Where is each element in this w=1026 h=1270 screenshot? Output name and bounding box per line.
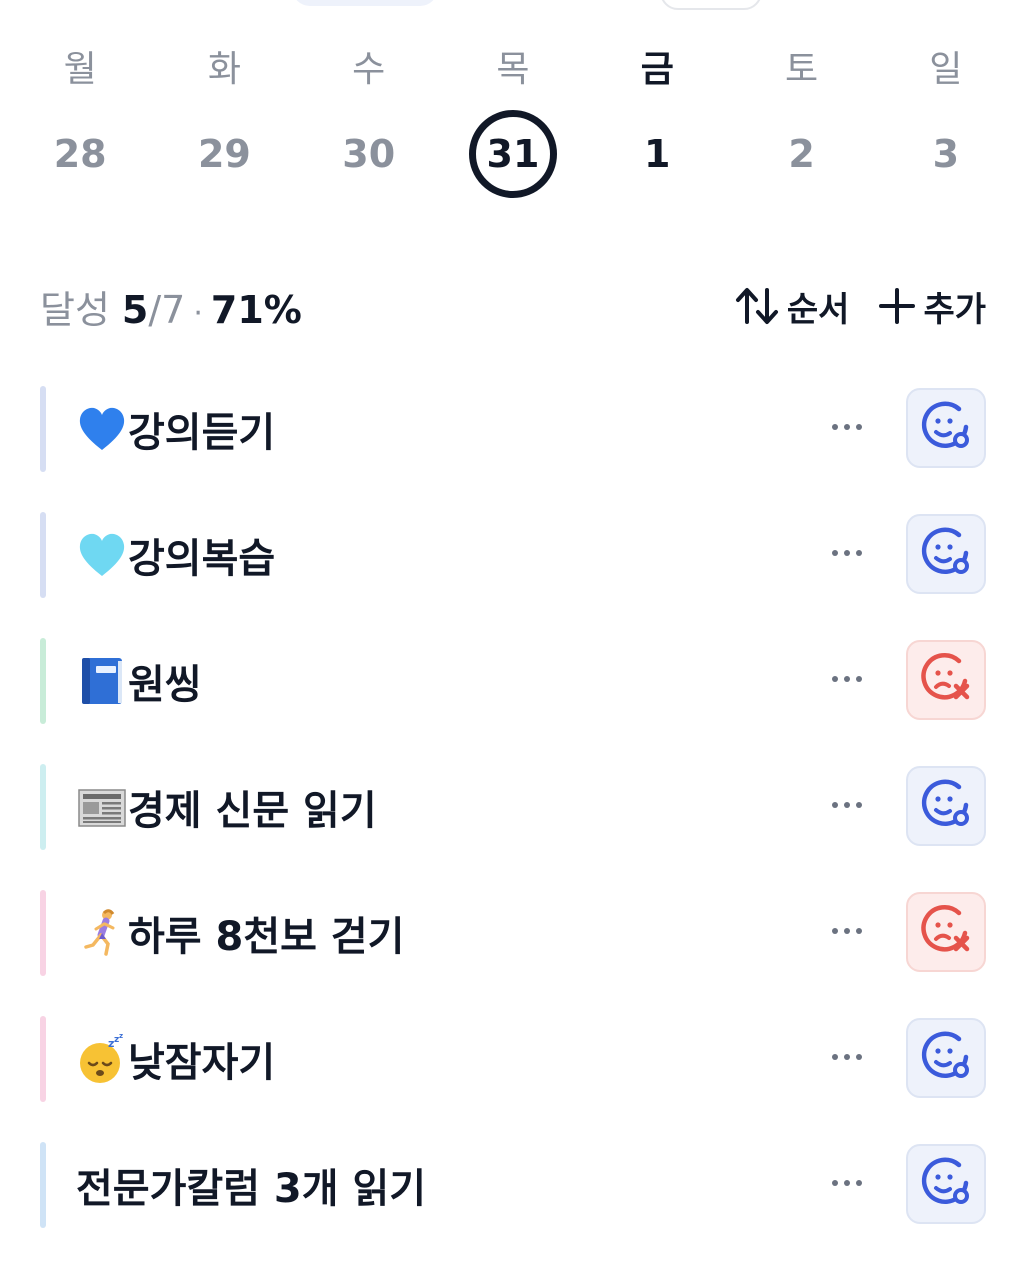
habit-title-text: 하루 8천보 걷기 bbox=[128, 914, 405, 960]
week-strip: 월 28 화 29 수 30 목 31 금 1 토 2 일 3 bbox=[8, 42, 1018, 198]
habit-title-text: 전문가칼럼 3개 읽기 bbox=[76, 1166, 427, 1212]
weekday-label: 화 bbox=[207, 49, 241, 90]
list-controls: 순서 추가 bbox=[735, 282, 986, 331]
status-done-button[interactable] bbox=[906, 1144, 986, 1224]
weekday-label: 목 bbox=[496, 49, 530, 90]
top-segment-control[interactable] bbox=[292, 0, 438, 6]
habit-title-text: 강의듣기 bbox=[128, 410, 276, 456]
running-woman-icon bbox=[76, 907, 128, 959]
habit-tracker-screen: 월 28 화 29 수 30 목 31 금 1 토 2 일 3 달성 5 /7 … bbox=[0, 0, 1026, 1270]
habit-item[interactable]: 강의복습 bbox=[40, 510, 986, 636]
habit-list: 강의듣기 강의복습 원씽 경제 신문 읽기 하루 8천보 걷기 z z z 낮잠… bbox=[40, 384, 986, 1266]
habit-title[interactable]: 강의복습 bbox=[76, 526, 275, 584]
blue-heart-icon bbox=[76, 403, 128, 455]
smile-check-icon bbox=[919, 525, 973, 583]
date-number[interactable]: 28 bbox=[36, 110, 124, 198]
achievement-percent: 71% bbox=[210, 287, 302, 332]
more-options-button[interactable] bbox=[826, 1036, 868, 1078]
sort-order-label: 순서 bbox=[786, 289, 850, 330]
achievement-summary: 달성 5 /7 · 71% 순서 추가 bbox=[40, 278, 986, 334]
habit-item[interactable]: zzz 낮잠자기 bbox=[40, 1014, 986, 1140]
sort-order-button[interactable]: 순서 bbox=[735, 282, 850, 331]
habit-title[interactable]: 경제 신문 읽기 bbox=[76, 778, 377, 836]
achievement-label: 달성 bbox=[40, 287, 110, 332]
habit-title[interactable]: 하루 8천보 걷기 bbox=[76, 904, 404, 962]
sort-arrows-icon bbox=[735, 286, 781, 326]
date-number[interactable]: 30 bbox=[325, 110, 413, 198]
more-options-button[interactable] bbox=[826, 658, 868, 700]
habit-item[interactable]: 원씽 bbox=[40, 636, 986, 762]
day-column[interactable]: 토 2 bbox=[729, 42, 873, 198]
habit-title[interactable]: 전문가칼럼 3개 읽기 bbox=[76, 1156, 426, 1214]
smile-check-icon bbox=[919, 777, 973, 835]
achievement-total-count: /7 bbox=[148, 287, 186, 332]
habit-accent-bar bbox=[40, 890, 46, 976]
top-action-button[interactable] bbox=[660, 0, 762, 10]
day-column[interactable]: 월 28 bbox=[8, 42, 152, 198]
today-date-number[interactable]: 1 bbox=[613, 110, 701, 198]
sleeping-face-icon: zzz bbox=[76, 1033, 128, 1085]
add-habit-button[interactable]: 추가 bbox=[877, 282, 986, 331]
habit-accent-bar bbox=[40, 638, 46, 724]
day-column[interactable]: 화 29 bbox=[152, 42, 296, 198]
status-failed-button[interactable] bbox=[906, 892, 986, 972]
sad-x-icon bbox=[919, 903, 973, 961]
more-options-button[interactable] bbox=[826, 532, 868, 574]
date-number[interactable]: 3 bbox=[902, 110, 990, 198]
habit-title[interactable]: 원씽 bbox=[76, 652, 202, 710]
more-options-button[interactable] bbox=[826, 910, 868, 952]
habit-item[interactable]: 전문가칼럼 3개 읽기 bbox=[40, 1140, 986, 1266]
status-done-button[interactable] bbox=[906, 388, 986, 468]
status-done-button[interactable] bbox=[906, 1018, 986, 1098]
svg-text:z: z bbox=[119, 1033, 123, 1040]
weekday-label: 일 bbox=[929, 49, 963, 90]
habit-title[interactable]: zzz 낮잠자기 bbox=[76, 1030, 275, 1088]
day-column[interactable]: 수 30 bbox=[297, 42, 441, 198]
habit-accent-bar bbox=[40, 764, 46, 850]
achievement-stats: 달성 5 /7 · 71% bbox=[40, 279, 302, 334]
weekday-label: 수 bbox=[352, 49, 386, 90]
add-habit-label: 추가 bbox=[923, 289, 986, 330]
day-column[interactable]: 금 1 bbox=[585, 42, 729, 198]
weekday-label-today: 금 bbox=[640, 49, 674, 90]
day-column[interactable]: 일 3 bbox=[874, 42, 1018, 198]
habit-title[interactable]: 강의듣기 bbox=[76, 400, 275, 458]
habit-accent-bar bbox=[40, 386, 46, 472]
habit-accent-bar bbox=[40, 1142, 46, 1228]
sad-x-icon bbox=[919, 651, 973, 709]
day-column[interactable]: 목 31 bbox=[441, 42, 585, 198]
date-number[interactable]: 29 bbox=[180, 110, 268, 198]
blue-book-icon bbox=[76, 655, 128, 707]
habit-title-text: 낮잠자기 bbox=[128, 1040, 276, 1086]
habit-item[interactable]: 경제 신문 읽기 bbox=[40, 762, 986, 888]
habit-title-text: 강의복습 bbox=[128, 536, 276, 582]
smile-check-icon bbox=[919, 399, 973, 457]
weekday-label: 월 bbox=[63, 49, 97, 90]
more-options-button[interactable] bbox=[826, 1162, 868, 1204]
achievement-done-count: 5 bbox=[121, 287, 149, 332]
habit-item[interactable]: 하루 8천보 걷기 bbox=[40, 888, 986, 1014]
more-options-button[interactable] bbox=[826, 406, 868, 448]
status-failed-button[interactable] bbox=[906, 640, 986, 720]
smile-check-icon bbox=[919, 1029, 973, 1087]
more-options-button[interactable] bbox=[826, 784, 868, 826]
habit-title-text: 경제 신문 읽기 bbox=[128, 788, 377, 834]
date-number[interactable]: 2 bbox=[758, 110, 846, 198]
separator-dot: · bbox=[193, 295, 203, 331]
status-done-button[interactable] bbox=[906, 514, 986, 594]
weekday-label: 토 bbox=[785, 49, 819, 90]
habit-accent-bar bbox=[40, 512, 46, 598]
smile-check-icon bbox=[919, 1155, 973, 1213]
habit-item[interactable]: 강의듣기 bbox=[40, 384, 986, 510]
newspaper-icon bbox=[76, 781, 128, 833]
plus-icon bbox=[877, 286, 917, 326]
selected-date-number[interactable]: 31 bbox=[468, 110, 557, 198]
light-blue-heart-icon bbox=[76, 529, 128, 581]
habit-accent-bar bbox=[40, 1016, 46, 1102]
status-done-button[interactable] bbox=[906, 766, 986, 846]
habit-title-text: 원씽 bbox=[128, 662, 202, 708]
